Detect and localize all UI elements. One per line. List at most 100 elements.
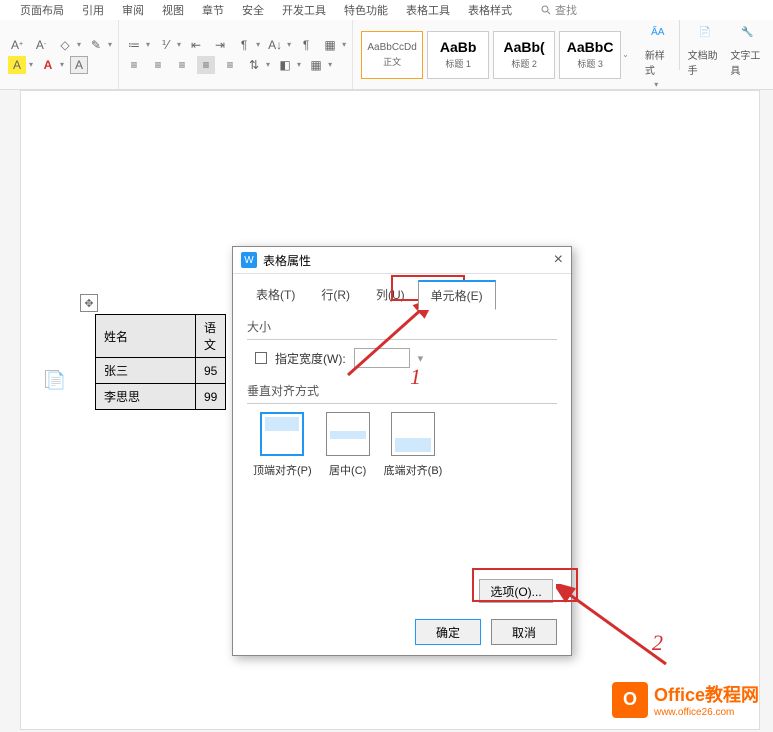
paragraph-group: ≔▾ ⅟▾ ⇤ ⇥ ¶▾ A↓▾ ¶ ▦▾ ≡ ≡ ≡ ≡ ≡ ⇅▾ ◧▾ ▦▾ [119,20,353,89]
header-cell[interactable]: 姓名 [96,315,196,358]
cell[interactable]: 95 [196,358,226,384]
tab-developer[interactable]: 开发工具 [282,2,326,18]
dialog-tabs: 表格(T) 行(R) 列(U) 单元格(E) [233,274,571,310]
dialog-titlebar: W 表格属性 × [233,247,571,274]
tab-review[interactable]: 审阅 [122,2,144,18]
dialog-body: 大小 指定宽度(W): ▾ 垂直对齐方式 顶端对齐(P) 居中(C) [233,310,571,486]
header-cell[interactable]: 语文 [196,315,226,358]
new-style-button[interactable]: A̋A 新样式▾ [645,20,671,89]
cell[interactable]: 99 [196,384,226,410]
tab-view[interactable]: 视图 [162,2,184,18]
tab-special[interactable]: 特色功能 [344,2,388,18]
tab-table-tools[interactable]: 表格工具 [406,2,450,18]
char-border-button[interactable]: A [70,56,88,74]
styles-gallery: AaBbCcDd 正文 AaBb 标题 1 AaBb( 标题 2 AaBbC 标… [353,29,637,81]
shading-icon[interactable]: ◧ [276,56,294,74]
align-center-label: 居中(C) [329,462,366,478]
search-icon [540,4,552,16]
divider [247,403,557,404]
document-table[interactable]: 姓名 语文 张三 95 李思思 99 [95,314,226,410]
grow-font-icon[interactable]: A+ [8,36,26,54]
tab-table-style[interactable]: 表格样式 [468,2,512,18]
font-group: A+ A- ◇▾ ✎▾ A▾ A▾ A [2,20,119,89]
tab-layout[interactable]: 页面布局 [20,2,64,18]
style-name: 标题 2 [511,57,537,70]
right-tools: A̋A 新样式▾ 📄 文档助手 🔧 文字工具 [637,20,773,89]
new-style-icon: A̋A [646,20,670,44]
tab-security[interactable]: 安全 [242,2,264,18]
indent-right-icon[interactable]: ⇥ [211,36,229,54]
table-row[interactable]: 姓名 语文 [96,315,226,358]
new-style-label: 新样式 [645,47,671,77]
divider [679,20,680,70]
cell[interactable]: 李思思 [96,384,196,410]
invisible-icon[interactable]: ¶ [235,36,253,54]
align-bottom-label: 底端对齐(B) [384,462,443,478]
style-heading3[interactable]: AaBbC 标题 3 [559,31,621,79]
table-row[interactable]: 张三 95 [96,358,226,384]
search-box[interactable]: 查找 [540,2,577,18]
tab-chapter[interactable]: 章节 [202,2,224,18]
borders-icon[interactable]: ▦ [321,36,339,54]
tab-row[interactable]: 行(R) [308,280,363,310]
table-row[interactable]: 李思思 99 [96,384,226,410]
sort-icon[interactable]: A↓ [266,36,284,54]
tab-column[interactable]: 列(U) [363,280,418,310]
numbering-icon[interactable]: ⅟ [156,36,174,54]
change-case-icon[interactable]: ◇ [56,36,74,54]
ribbon-tabs: 页面布局 引用 审阅 视图 章节 安全 开发工具 特色功能 表格工具 表格样式 … [0,0,773,20]
shrink-font-icon[interactable]: A- [32,36,50,54]
watermark-brand: Office教程网 [654,681,759,707]
doc-assist-label: 文档助手 [688,47,723,77]
margin-marker-icon: 📄 [45,370,59,388]
style-preview: AaBb( [503,39,544,55]
document-area: 📄 ✥ 姓名 语文 张三 95 李思思 99 W 表格属性 × 表格(T) 行(… [0,90,773,732]
ok-button[interactable]: 确定 [415,619,481,645]
style-preview: AaBb [440,39,477,55]
clear-format-icon[interactable]: ✎ [87,36,105,54]
options-button[interactable]: 选项(O)... [479,579,553,603]
align-left-icon[interactable]: ≡ [125,56,143,74]
divider [247,339,557,340]
align-bottom-option[interactable] [391,412,435,456]
align-center-option[interactable] [326,412,370,456]
tab-references[interactable]: 引用 [82,2,104,18]
line-spacing-icon[interactable]: ⇅ [245,56,263,74]
distribute-icon[interactable]: ≡ [221,56,239,74]
highlight-button[interactable]: A [8,56,26,74]
style-heading2[interactable]: AaBb( 标题 2 [493,31,555,79]
text-tool-icon: 🔧 [736,20,760,44]
unit-dropdown[interactable]: ▾ [418,352,424,365]
tab-cell[interactable]: 单元格(E) [418,280,496,310]
align-top-label: 顶端对齐(P) [253,462,312,478]
doc-assist-icon: 📄 [693,20,717,44]
indent-left-icon[interactable]: ⇤ [187,36,205,54]
align-center-icon[interactable]: ≡ [149,56,167,74]
tab-table[interactable]: 表格(T) [243,280,308,310]
close-button[interactable]: × [554,251,563,269]
font-color-button[interactable]: A [39,56,57,74]
bullets-icon[interactable]: ≔ [125,36,143,54]
text-tool-button[interactable]: 🔧 文字工具 [730,20,765,89]
align-right-icon[interactable]: ≡ [173,56,191,74]
show-marks-icon[interactable]: ¶ [297,36,315,54]
align-top-option[interactable] [260,412,304,456]
style-heading1[interactable]: AaBb 标题 1 [427,31,489,79]
border-icon[interactable]: ▦ [307,56,325,74]
table-move-handle[interactable]: ✥ [80,294,98,312]
cell[interactable]: 张三 [96,358,196,384]
align-justify-icon[interactable]: ≡ [197,56,215,74]
style-name: 标题 1 [445,57,471,70]
dialog-title: 表格属性 [263,252,311,269]
width-checkbox[interactable] [255,352,267,364]
table-properties-dialog: W 表格属性 × 表格(T) 行(R) 列(U) 单元格(E) 大小 指定宽度(… [232,246,572,656]
width-label: 指定宽度(W): [275,350,346,367]
search-label: 查找 [555,2,577,18]
dialog-footer: 确定 取消 [415,619,557,645]
style-normal[interactable]: AaBbCcDd 正文 [361,31,423,79]
cancel-button[interactable]: 取消 [491,619,557,645]
width-input[interactable] [354,348,410,368]
doc-assist-button[interactable]: 📄 文档助手 [688,20,723,89]
valign-label: 垂直对齐方式 [247,382,557,399]
styles-more-icon[interactable]: ⌄ [622,50,629,59]
